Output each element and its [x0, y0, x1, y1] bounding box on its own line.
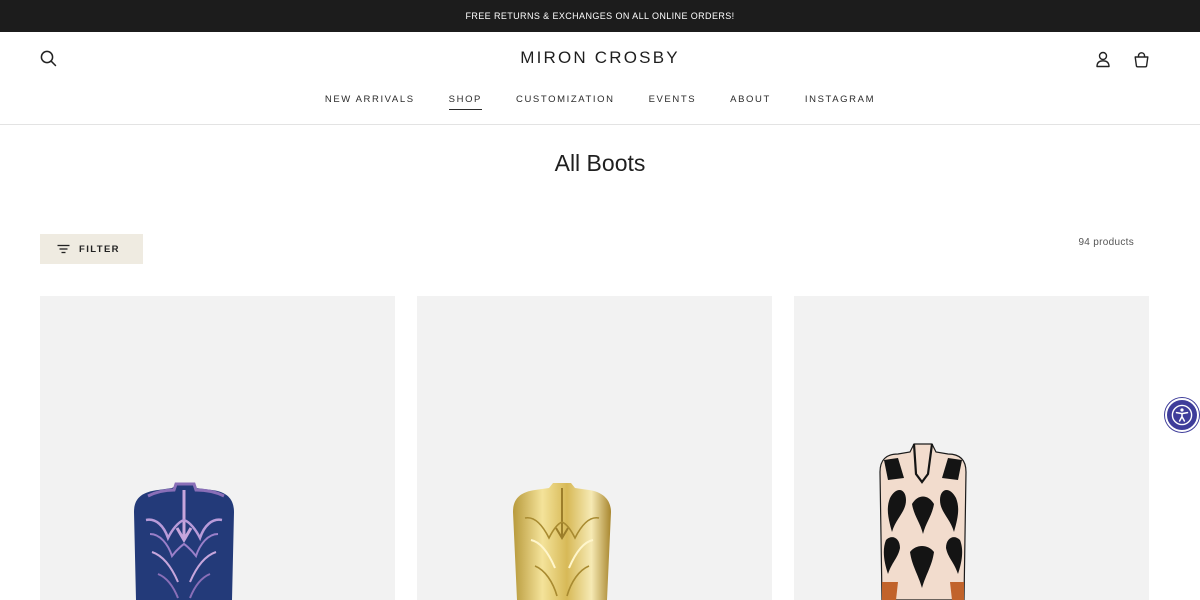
- accessibility-icon: [1171, 404, 1193, 426]
- brand-logo[interactable]: MIRON CROSBY: [0, 48, 1200, 68]
- nav-item-instagram[interactable]: INSTAGRAM: [788, 93, 892, 107]
- nav-item-shop[interactable]: SHOP: [432, 93, 499, 110]
- product-count: 94 products: [1078, 237, 1134, 248]
- filter-button[interactable]: FILTER: [40, 234, 143, 264]
- page-title: All Boots: [554, 150, 646, 176]
- product-card[interactable]: [417, 296, 772, 600]
- product-image: [134, 482, 234, 600]
- main-navigation: NEW ARRIVALS SHOP CUSTOMIZATION EVENTS A…: [0, 93, 1200, 110]
- nav-item-events[interactable]: EVENTS: [632, 93, 714, 107]
- nav-item-about[interactable]: ABOUT: [713, 93, 788, 107]
- accessibility-button[interactable]: [1165, 398, 1199, 432]
- filter-label: FILTER: [79, 243, 120, 255]
- product-card[interactable]: [794, 296, 1149, 600]
- announcement-text: FREE RETURNS & EXCHANGES ON ALL ONLINE O…: [465, 11, 735, 21]
- announcement-bar: FREE RETURNS & EXCHANGES ON ALL ONLINE O…: [0, 0, 1200, 32]
- nav-item-customization[interactable]: CUSTOMIZATION: [499, 93, 632, 107]
- user-icon: [1096, 51, 1110, 67]
- filter-icon: [57, 244, 70, 254]
- nav-item-new-arrivals[interactable]: NEW ARRIVALS: [308, 93, 432, 107]
- product-image: [513, 483, 611, 600]
- product-card[interactable]: [40, 296, 395, 600]
- cart-button[interactable]: [1129, 47, 1153, 71]
- bag-icon: [1134, 51, 1148, 67]
- product-image: [879, 443, 967, 600]
- account-button[interactable]: [1091, 47, 1115, 71]
- site-header: MIRON CROSBY NEW ARRIVALS SHOP CUSTOMIZA…: [0, 32, 1200, 125]
